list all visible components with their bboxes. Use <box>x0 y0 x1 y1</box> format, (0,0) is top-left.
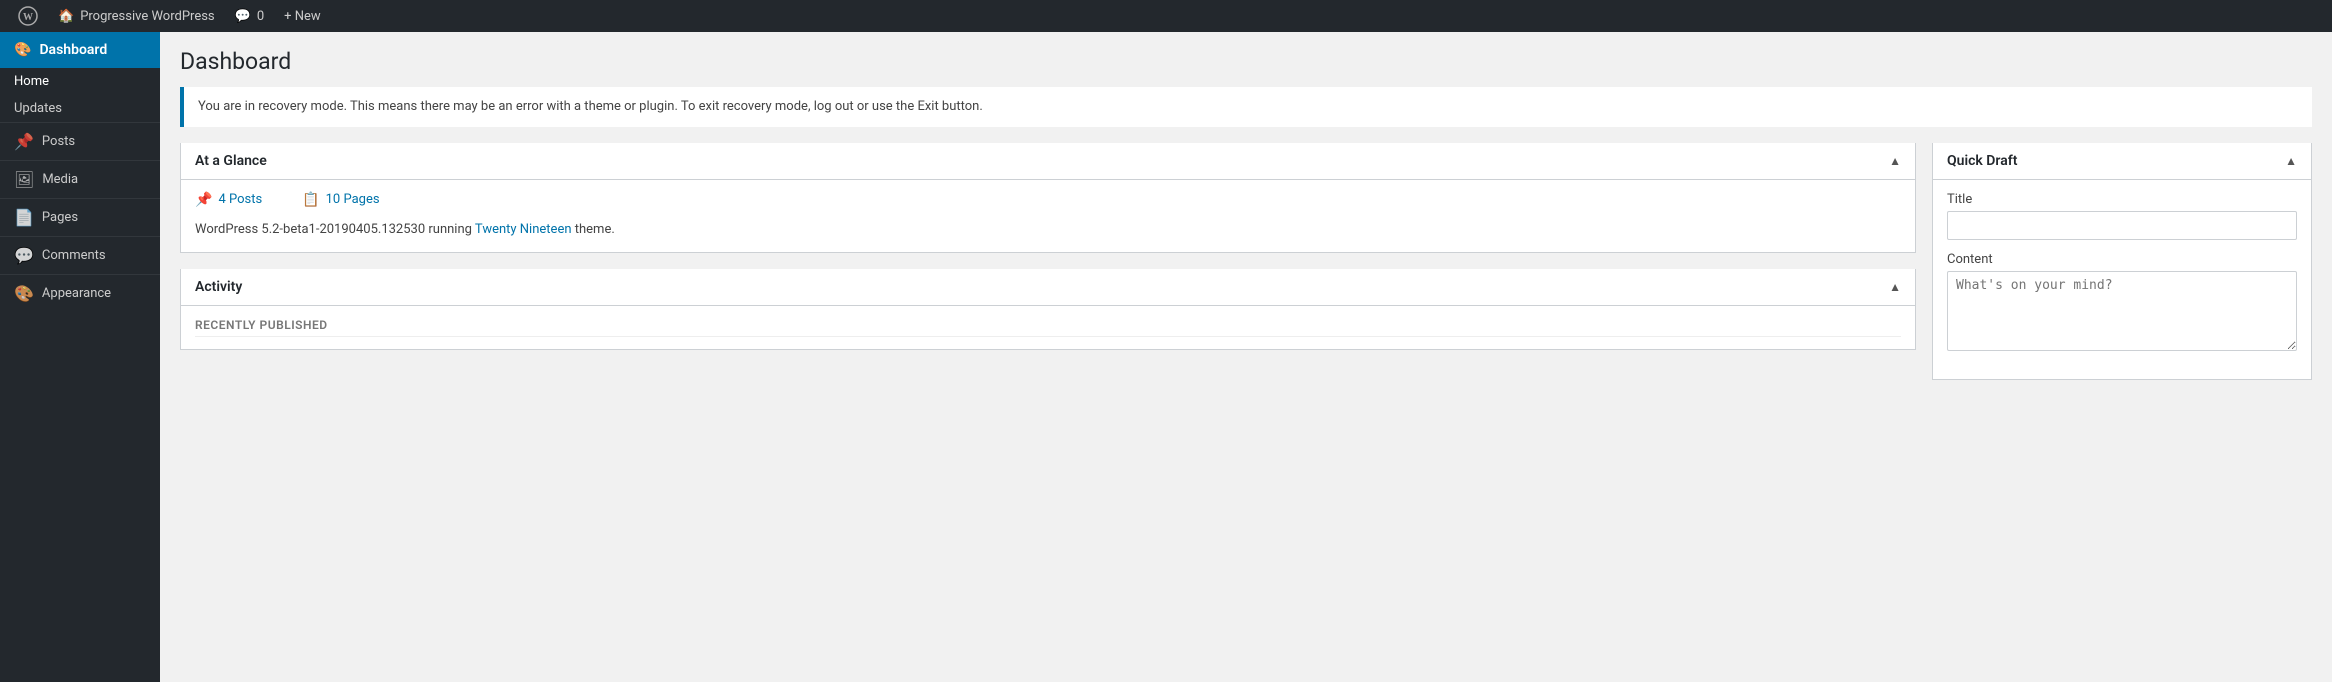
sidebar-item-pages[interactable]: 📄 Pages <box>0 198 160 236</box>
at-a-glance-title: At a Glance <box>195 153 267 169</box>
sidebar-active-label: Dashboard <box>39 42 107 58</box>
pages-icon: 📄 <box>14 208 34 227</box>
home-icon: 🏠 <box>58 9 74 24</box>
right-column: Quick Draft ▲ Title Content <box>1932 143 2312 380</box>
at-a-glance-widget: At a Glance ▲ 📌 4 Posts 📋 <box>180 143 1916 254</box>
dashboard-columns: At a Glance ▲ 📌 4 Posts 📋 <box>180 143 2312 380</box>
activity-header: Activity ▲ <box>181 269 1915 306</box>
posts-label: Posts <box>42 134 75 149</box>
wp-logo-button[interactable]: W <box>8 0 48 32</box>
admin-bar: W 🏠 Progressive WordPress 💬 0 + New <box>0 0 2332 32</box>
dashboard-icon: 🎨 <box>14 42 31 58</box>
sidebar-active-item[interactable]: 🎨 Dashboard <box>0 32 160 68</box>
activity-body: Recently Published <box>181 306 1915 349</box>
recovery-notice-text: You are in recovery mode. This means the… <box>198 99 983 114</box>
theme-link[interactable]: Twenty Nineteen <box>475 222 572 237</box>
title-input[interactable] <box>1947 211 2297 240</box>
pages-count-link[interactable]: 📋 10 Pages <box>302 192 379 208</box>
activity-toggle[interactable]: ▲ <box>1889 280 1901 294</box>
sidebar-item-appearance[interactable]: 🎨 Appearance <box>0 274 160 312</box>
media-label: Media <box>42 172 78 187</box>
sidebar-item-home[interactable]: Home <box>0 68 160 95</box>
new-content-label: + New <box>284 9 321 24</box>
site-name-button[interactable]: 🏠 Progressive WordPress <box>48 0 225 32</box>
sidebar-item-media[interactable]: 🖼 Media <box>0 160 160 198</box>
sidebar-item-comments[interactable]: 💬 Comments <box>0 236 160 274</box>
pages-label: Pages <box>42 210 78 225</box>
appearance-icon: 🎨 <box>14 284 34 303</box>
quick-draft-widget: Quick Draft ▲ Title Content <box>1932 143 2312 380</box>
title-field-group: Title <box>1947 192 2297 240</box>
left-column: At a Glance ▲ 📌 4 Posts 📋 <box>180 143 1916 351</box>
recovery-notice: You are in recovery mode. This means the… <box>180 87 2312 127</box>
posts-count-label: 4 Posts <box>218 192 262 207</box>
media-icon: 🖼 <box>14 170 34 189</box>
at-a-glance-header: At a Glance ▲ <box>181 143 1915 180</box>
title-label: Title <box>1947 192 2297 207</box>
comments-button[interactable]: 💬 0 <box>225 0 275 32</box>
quick-draft-body: Title Content <box>1933 180 2311 379</box>
comments-icon: 💬 <box>235 9 251 24</box>
svg-text:W: W <box>23 12 33 23</box>
main-content: Dashboard You are in recovery mode. This… <box>160 32 2332 682</box>
sidebar: 🎨 Dashboard Home Updates 📌 Posts 🖼 Media… <box>0 32 160 682</box>
at-a-glance-body: 📌 4 Posts 📋 10 Pages WordPress 5.2-beta1… <box>181 180 1915 253</box>
content-field-group: Content <box>1947 252 2297 355</box>
new-content-button[interactable]: + New <box>274 0 331 32</box>
site-name-label: Progressive WordPress <box>80 9 214 24</box>
content-label: Content <box>1947 252 2297 267</box>
main-wrap: 🎨 Dashboard Home Updates 📌 Posts 🖼 Media… <box>0 32 2332 682</box>
quick-draft-toggle[interactable]: ▲ <box>2285 154 2297 168</box>
comments-sidebar-label: Comments <box>42 248 106 263</box>
activity-title: Activity <box>195 279 242 295</box>
quick-draft-title: Quick Draft <box>1947 153 2017 169</box>
at-a-glance-toggle[interactable]: ▲ <box>1889 154 1901 168</box>
quick-draft-header: Quick Draft ▲ <box>1933 143 2311 180</box>
sidebar-item-updates[interactable]: Updates <box>0 95 160 122</box>
comments-count: 0 <box>257 9 264 24</box>
content-textarea[interactable] <box>1947 271 2297 351</box>
pages-count-label: 10 Pages <box>326 192 380 207</box>
pin-icon: 📌 <box>195 192 212 208</box>
wp-info-suffix: theme. <box>572 222 615 237</box>
sidebar-item-posts[interactable]: 📌 Posts <box>0 122 160 160</box>
page-title: Dashboard <box>180 48 2312 75</box>
posts-icon: 📌 <box>14 132 34 151</box>
glance-counts: 📌 4 Posts 📋 10 Pages <box>195 192 1901 208</box>
recently-published-label: Recently Published <box>195 318 1901 337</box>
appearance-label: Appearance <box>42 286 111 301</box>
content-wrap: Dashboard You are in recovery mode. This… <box>160 32 2332 396</box>
page-icon: 📋 <box>302 192 319 208</box>
comments-sidebar-icon: 💬 <box>14 246 34 265</box>
activity-widget: Activity ▲ Recently Published <box>180 269 1916 350</box>
posts-count-link[interactable]: 📌 4 Posts <box>195 192 262 208</box>
glance-wp-info: WordPress 5.2-beta1-20190405.132530 runn… <box>195 220 1901 241</box>
wp-version-text: WordPress 5.2-beta1-20190405.132530 runn… <box>195 222 475 237</box>
